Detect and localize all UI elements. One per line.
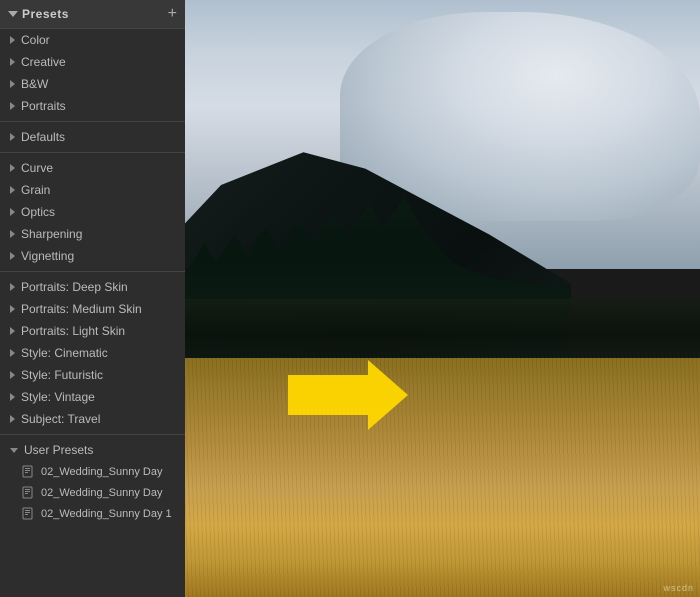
sidebar-item-user-presets[interactable]: User Presets <box>0 439 185 461</box>
sidebar-item-style-vintage[interactable]: Style: Vintage <box>0 386 185 408</box>
sidebar-item-label: Sharpening <box>21 227 82 241</box>
sidebar-item-portraits[interactable]: Portraits <box>0 95 185 117</box>
sidebar-item-defaults[interactable]: Defaults <box>0 126 185 148</box>
chevron-right-icon <box>10 58 15 66</box>
sidebar-item-style-futuristic[interactable]: Style: Futuristic <box>0 364 185 386</box>
sidebar-item-label: Optics <box>21 205 55 219</box>
chevron-right-icon <box>10 102 15 110</box>
sidebar-item-curve[interactable]: Curve <box>0 157 185 179</box>
sidebar-item-subject-travel[interactable]: Subject: Travel <box>0 408 185 430</box>
chevron-right-icon <box>10 305 15 313</box>
chevron-right-icon <box>10 415 15 423</box>
watermark-text: wscdn <box>663 583 694 593</box>
chevron-right-icon <box>10 80 15 88</box>
user-preset-label: 02_Wedding_Sunny Day 1 <box>41 508 172 520</box>
presets-panel: Presets + Color Creative B&W Portraits Defau… <box>0 0 185 597</box>
grass-texture <box>185 346 700 597</box>
chevron-right-icon <box>10 208 15 216</box>
add-preset-button[interactable]: + <box>168 6 177 22</box>
sidebar-item-color[interactable]: Color <box>0 29 185 51</box>
user-preset-item-up3[interactable]: 02_Wedding_Sunny Day 1 <box>0 503 185 524</box>
sidebar-item-portraits-medium[interactable]: Portraits: Medium Skin <box>0 298 185 320</box>
chevron-right-icon <box>10 36 15 44</box>
sidebar-item-label: Portraits: Deep Skin <box>21 280 128 294</box>
sidebar-divider <box>0 152 185 153</box>
chevron-right-icon <box>10 133 15 141</box>
sidebar-item-label: Portraits: Light Skin <box>21 324 125 338</box>
chevron-right-icon <box>10 186 15 194</box>
panel-header-left: Presets <box>8 7 69 21</box>
arrow-indicator <box>288 360 408 430</box>
sidebar-divider <box>0 434 185 435</box>
sidebar-item-label: Color <box>21 33 50 47</box>
chevron-right-icon <box>10 252 15 260</box>
sidebar-item-label: B&W <box>21 77 48 91</box>
sidebar-item-label: Curve <box>21 161 53 175</box>
sidebar-item-label: Subject: Travel <box>21 412 100 426</box>
sidebar-item-portraits-deep[interactable]: Portraits: Deep Skin <box>0 276 185 298</box>
chevron-down-icon <box>10 448 18 453</box>
sidebar-item-label: Vignetting <box>21 249 74 263</box>
chevron-right-icon <box>10 230 15 238</box>
landscape-image <box>185 0 700 597</box>
chevron-right-icon <box>10 393 15 401</box>
sidebar-item-label: Creative <box>21 55 66 69</box>
preset-file-icon <box>22 465 35 478</box>
sidebar-item-label: Grain <box>21 183 50 197</box>
sidebar-item-grain[interactable]: Grain <box>0 179 185 201</box>
sidebar-item-sharpening[interactable]: Sharpening <box>0 223 185 245</box>
preset-file-icon <box>22 486 35 499</box>
preset-list: Color Creative B&W Portraits Defaults Curve Gr… <box>0 29 185 524</box>
panel-collapse-icon[interactable] <box>8 11 18 17</box>
sidebar-item-label: Style: Vintage <box>21 390 95 404</box>
chevron-right-icon <box>10 283 15 291</box>
chevron-right-icon <box>10 327 15 335</box>
preset-file-icon <box>22 507 35 520</box>
main-image-area: wscdn <box>185 0 700 597</box>
sidebar-divider <box>0 121 185 122</box>
sidebar-item-label: Style: Cinematic <box>21 346 108 360</box>
sidebar-divider <box>0 271 185 272</box>
sidebar-item-label: Style: Futuristic <box>21 368 103 382</box>
sidebar-item-label: User Presets <box>24 443 93 457</box>
sidebar-item-optics[interactable]: Optics <box>0 201 185 223</box>
sidebar-item-label: Defaults <box>21 130 65 144</box>
user-preset-item-up2[interactable]: 02_Wedding_Sunny Day <box>0 482 185 503</box>
panel-header: Presets + <box>0 0 185 29</box>
panel-title: Presets <box>22 7 69 21</box>
user-preset-label: 02_Wedding_Sunny Day <box>41 487 163 499</box>
sidebar-item-portraits-light[interactable]: Portraits: Light Skin <box>0 320 185 342</box>
sidebar-item-label: Portraits <box>21 99 66 113</box>
user-preset-item-up1[interactable]: 02_Wedding_Sunny Day <box>0 461 185 482</box>
chevron-right-icon <box>10 164 15 172</box>
user-preset-label: 02_Wedding_Sunny Day <box>41 466 163 478</box>
sidebar-item-label: Portraits: Medium Skin <box>21 302 142 316</box>
sidebar-item-vignetting[interactable]: Vignetting <box>0 245 185 267</box>
chevron-right-icon <box>10 371 15 379</box>
sidebar-item-creative[interactable]: Creative <box>0 51 185 73</box>
sidebar-item-bw[interactable]: B&W <box>0 73 185 95</box>
sidebar-item-style-cinematic[interactable]: Style: Cinematic <box>0 342 185 364</box>
chevron-right-icon <box>10 349 15 357</box>
